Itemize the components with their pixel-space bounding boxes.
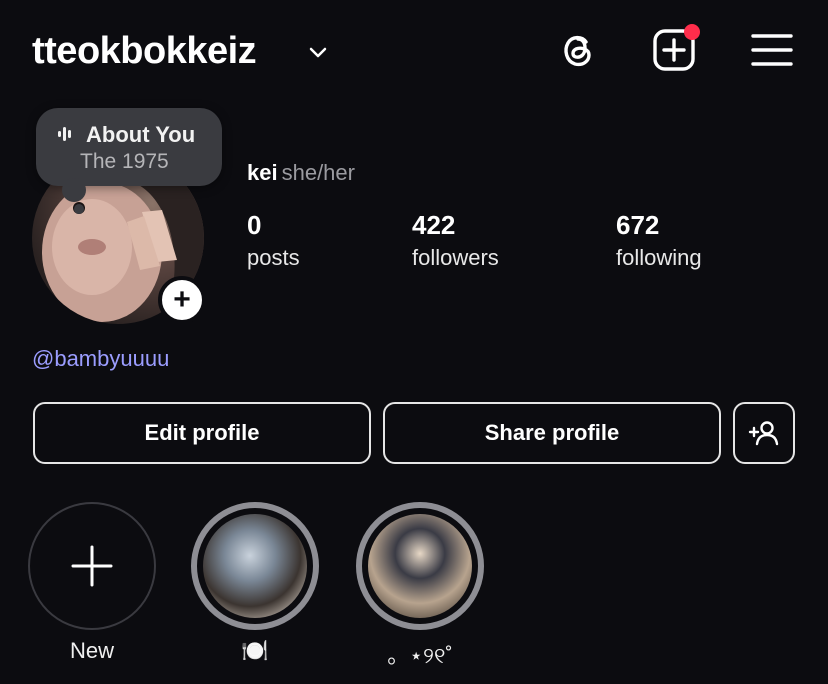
highlight-2[interactable] bbox=[356, 502, 484, 630]
bubble-tail bbox=[62, 178, 86, 202]
highlight-label-new: New bbox=[69, 638, 114, 663]
music-artist: The 1975 bbox=[80, 150, 169, 173]
highlight-label-2: 。⋆୨୧˚ bbox=[387, 643, 453, 668]
menu-icon[interactable] bbox=[750, 28, 794, 72]
profile-pronouns: she/her bbox=[281, 160, 355, 185]
highlight-label-1: 🍽️ bbox=[241, 638, 269, 663]
posts-count: 0 bbox=[247, 210, 262, 240]
audio-bars-icon bbox=[58, 127, 71, 141]
followers-label: followers bbox=[412, 245, 499, 270]
plus-icon bbox=[71, 545, 113, 587]
following-stat[interactable]: 672 following bbox=[616, 210, 702, 271]
profile-name: kei bbox=[247, 160, 278, 185]
following-count: 672 bbox=[616, 210, 660, 240]
bubble-tail-small bbox=[74, 204, 84, 214]
edit-profile-button[interactable]: Edit profile bbox=[33, 402, 371, 464]
profile-name-line: kei she/her bbox=[247, 160, 355, 186]
new-highlight-button[interactable] bbox=[28, 502, 156, 630]
following-label: following bbox=[616, 245, 702, 270]
highlight-2-cover bbox=[368, 514, 472, 618]
highlight-1-cover bbox=[203, 514, 307, 618]
share-profile-button[interactable]: Share profile bbox=[383, 402, 721, 464]
add-person-icon bbox=[748, 421, 779, 446]
followers-stat[interactable]: 422 followers bbox=[412, 210, 499, 271]
linked-handle[interactable]: @bambyuuuu bbox=[32, 346, 169, 372]
posts-label: posts bbox=[247, 245, 300, 270]
followers-count: 422 bbox=[412, 210, 456, 240]
notification-dot bbox=[684, 24, 700, 40]
music-title: About You bbox=[86, 122, 196, 147]
posts-stat[interactable]: 0 posts bbox=[247, 210, 300, 271]
highlight-1[interactable] bbox=[191, 502, 319, 630]
discover-people-button[interactable] bbox=[733, 402, 795, 464]
chevron-down-icon[interactable] bbox=[306, 40, 330, 64]
add-story-button[interactable]: + bbox=[158, 276, 206, 324]
threads-icon[interactable] bbox=[556, 28, 600, 72]
username-title[interactable]: tteokbokkeiz bbox=[32, 30, 257, 73]
